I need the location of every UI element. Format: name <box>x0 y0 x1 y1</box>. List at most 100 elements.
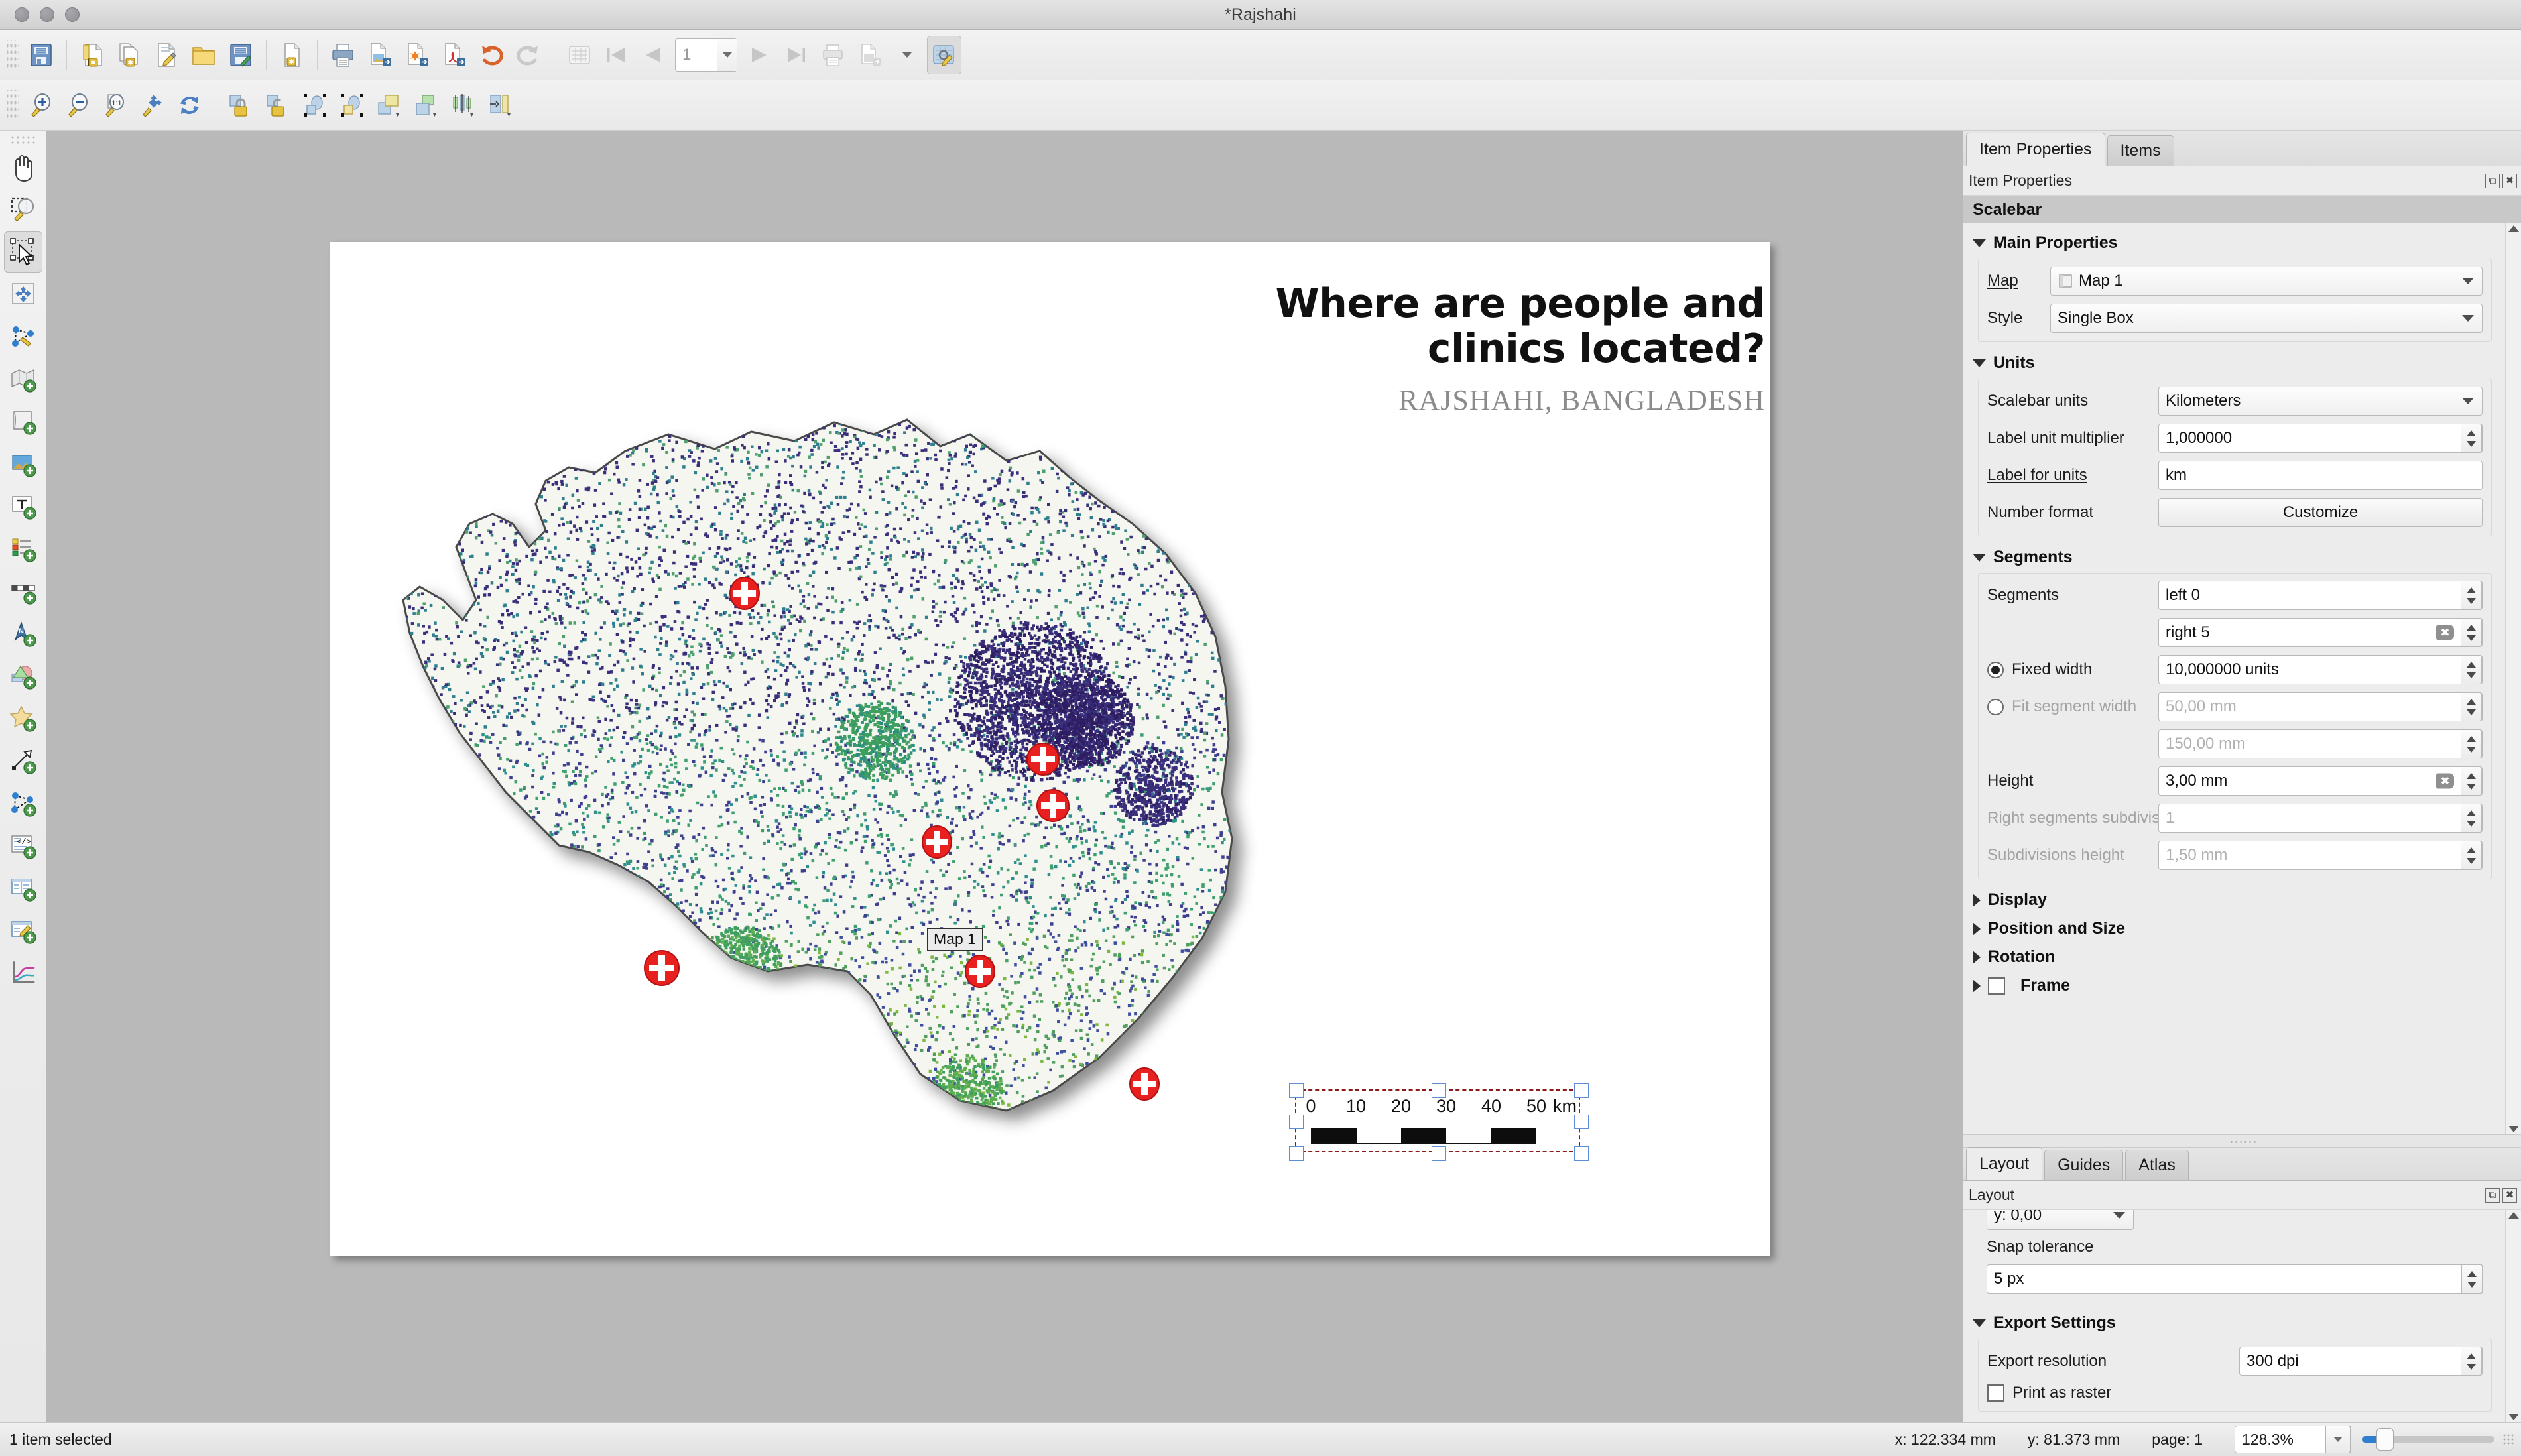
add-items-from-template-button[interactable] <box>275 36 309 74</box>
map-select[interactable]: Map 1 <box>2050 267 2483 296</box>
export-as-image-button[interactable] <box>363 36 397 74</box>
tool-add-node-item[interactable] <box>4 783 42 824</box>
zoom-slider-knob[interactable] <box>2376 1428 2394 1451</box>
style-select[interactable]: Single Box <box>2050 304 2483 333</box>
section-rotation-header[interactable]: Rotation <box>1963 943 2505 971</box>
atlas-export-dropdown[interactable] <box>890 36 924 74</box>
section-main-properties-header[interactable]: Main Properties <box>1963 229 2505 257</box>
atlas-first-feature-button[interactable] <box>599 36 634 74</box>
tool-add-label[interactable] <box>4 486 42 527</box>
print-as-raster-checkbox[interactable] <box>1987 1384 2004 1402</box>
undo-button[interactable] <box>474 36 509 74</box>
refresh-view-button[interactable] <box>172 86 207 125</box>
resize-handle-br[interactable] <box>1574 1146 1589 1161</box>
section-segments-header[interactable]: Segments <box>1963 543 2505 572</box>
redo-button[interactable] <box>511 36 546 74</box>
spinner[interactable] <box>2461 424 2482 453</box>
item-properties-scrollbar[interactable] <box>2505 223 2521 1134</box>
duplicate-layout-button[interactable] <box>112 36 147 74</box>
layout-manager-button[interactable] <box>149 36 184 74</box>
tab-item-properties[interactable]: Item Properties <box>1966 133 2105 166</box>
spinner[interactable] <box>2461 1347 2482 1376</box>
tool-add-elevation-profile[interactable] <box>4 953 42 994</box>
toolbox-grip[interactable] <box>9 135 36 144</box>
tool-add-picture[interactable] <box>4 444 42 485</box>
tool-edit-nodes[interactable] <box>4 316 42 357</box>
clear-override-icon[interactable]: ✖ <box>2436 773 2454 789</box>
atlas-prev-feature-button[interactable] <box>637 36 671 74</box>
scroll-down-icon[interactable] <box>2508 1414 2519 1420</box>
spinner[interactable] <box>2461 1264 2483 1294</box>
tool-add-north-arrow[interactable]: N <box>4 613 42 654</box>
scalebar-units-select[interactable]: Kilometers <box>2158 387 2483 416</box>
label-for-units-input[interactable]: km <box>2158 461 2483 490</box>
atlas-next-feature-button[interactable] <box>741 36 776 74</box>
height-input[interactable]: 3,00 mm ✖ <box>2158 766 2483 796</box>
tool-move-item-content[interactable] <box>4 274 42 315</box>
save-layout-template-button[interactable] <box>223 36 258 74</box>
print-layout-button[interactable] <box>326 36 360 74</box>
layout-dock-scrollbar[interactable] <box>2505 1210 2521 1422</box>
tool-add-table[interactable] <box>4 868 42 909</box>
section-units-header[interactable]: Units <box>1963 349 2505 377</box>
segments-right-input[interactable]: right 5 ✖ <box>2158 618 2483 647</box>
atlas-print-button[interactable] <box>816 36 850 74</box>
tool-add-map[interactable] <box>4 359 42 400</box>
ungroup-items-button[interactable] <box>335 86 369 125</box>
group-items-button[interactable] <box>298 86 332 125</box>
unlock-items-button[interactable] <box>261 86 295 125</box>
tab-guides[interactable]: Guides <box>2044 1150 2124 1180</box>
snap-tolerance-input[interactable]: 5 px <box>1987 1264 2483 1294</box>
resize-handle-ml[interactable] <box>1289 1115 1304 1129</box>
map-item[interactable] <box>370 388 1298 1144</box>
tool-pan-layout[interactable] <box>4 147 42 188</box>
lock-items-button[interactable] <box>223 86 258 125</box>
align-items-button[interactable] <box>446 86 481 125</box>
zoom-full-button[interactable]: 1:1 <box>98 86 133 125</box>
toolbar-grip[interactable] <box>7 90 19 121</box>
atlas-preview-button[interactable] <box>927 35 961 74</box>
tool-add-legend[interactable] <box>4 528 42 570</box>
scalebar-item[interactable]: 0 10 20 30 40 50 km <box>1289 1083 1589 1161</box>
fixed-width-input[interactable]: 10,000000 units <box>2158 655 2483 684</box>
section-position-size-header[interactable]: Position and Size <box>1963 914 2505 943</box>
segments-left-input[interactable]: left 0 <box>2158 581 2483 610</box>
layout-page[interactable]: Where are people and clinics located? RA… <box>330 242 1770 1256</box>
scroll-up-icon[interactable] <box>2508 225 2519 232</box>
tool-add-marker[interactable] <box>4 698 42 739</box>
tool-add-3d-map[interactable] <box>4 401 42 442</box>
distribute-items-button[interactable] <box>483 86 518 125</box>
zoom-out-button[interactable] <box>61 86 95 125</box>
toolbar-grip[interactable] <box>7 39 19 70</box>
zoom-slider[interactable] <box>2362 1426 2494 1453</box>
resize-handle-mr[interactable] <box>1574 1115 1589 1129</box>
spinner[interactable] <box>2461 618 2482 647</box>
tab-items[interactable]: Items <box>2107 135 2174 166</box>
tool-add-manual-table[interactable] <box>4 910 42 951</box>
raise-items-button[interactable] <box>372 86 406 125</box>
window-resize-grip[interactable] <box>2502 1433 2514 1445</box>
section-export-settings-header[interactable]: Export Settings <box>1963 1309 2505 1337</box>
fit-segment-width-radio[interactable] <box>1987 698 2004 715</box>
lower-items-button[interactable] <box>409 86 444 125</box>
spinner[interactable] <box>2461 655 2482 684</box>
float-dock-icon[interactable]: ⧉ <box>2485 1187 2500 1203</box>
resize-handle-tr[interactable] <box>1574 1083 1589 1098</box>
spinner[interactable] <box>2461 766 2482 796</box>
zoom-in-button[interactable] <box>24 86 58 125</box>
atlas-page-input[interactable]: 1 <box>675 38 737 72</box>
spinner[interactable] <box>2461 581 2482 610</box>
chevron-down-icon[interactable] <box>2325 1426 2351 1453</box>
close-dock-icon[interactable]: ✖ <box>2502 173 2517 188</box>
layout-canvas[interactable]: Where are people and clinics located? RA… <box>46 131 1963 1422</box>
scroll-up-icon[interactable] <box>2508 1212 2519 1219</box>
fixed-width-radio[interactable] <box>1987 661 2004 678</box>
map-item-label[interactable]: Map 1 <box>927 928 983 951</box>
tool-add-scalebar[interactable] <box>4 571 42 612</box>
resize-handle-tc[interactable] <box>1432 1083 1446 1098</box>
save-project-button[interactable] <box>24 36 58 74</box>
tool-select-move-item[interactable] <box>3 231 42 273</box>
new-layout-button[interactable] <box>75 36 109 74</box>
zoom-to-width-button[interactable] <box>135 86 170 125</box>
resize-handle-bc[interactable] <box>1432 1146 1446 1161</box>
